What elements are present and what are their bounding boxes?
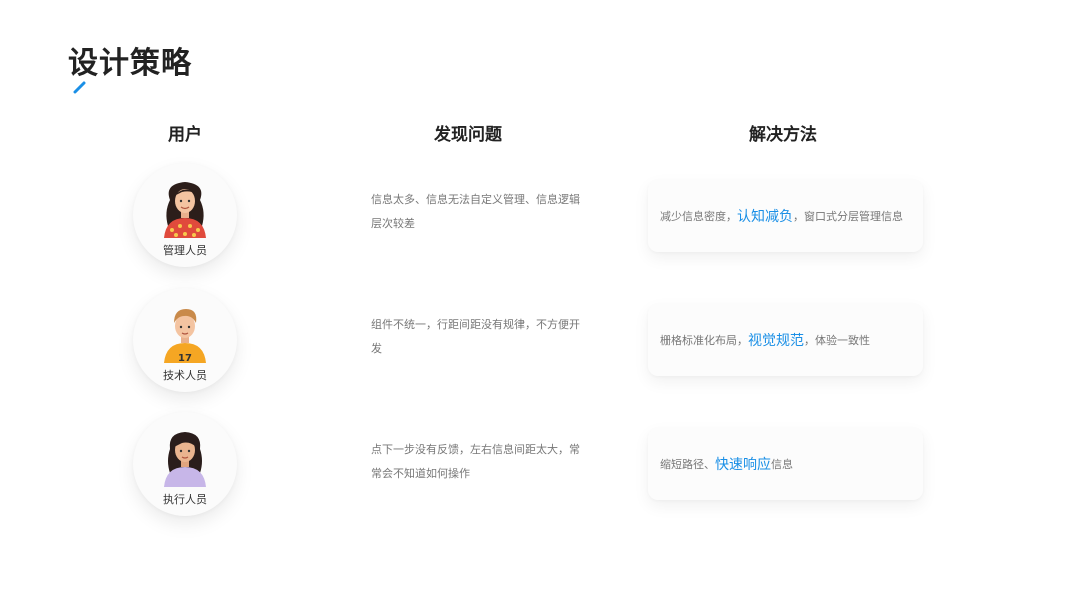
- solution-before: 缩短路径、: [660, 458, 715, 471]
- problem-text-manager: 信息太多、信息无法自定义管理、信息逻辑层次较差: [371, 193, 580, 230]
- solution-before: 减少信息密度，: [660, 210, 737, 223]
- user-label-technician: 技术人员: [163, 369, 207, 382]
- user-card-manager: 管理人员: [133, 163, 237, 267]
- solution-highlight: 快速响应: [715, 457, 771, 473]
- technician-avatar-icon: 17: [164, 309, 206, 363]
- solution-text-technician: 栅格标准化布局， 视觉规范 ，体验一致性: [660, 304, 870, 376]
- problem-text-technician: 组件不统一，行距间距没有规律，不方便开发: [371, 318, 580, 355]
- manager-avatar-icon: [164, 182, 206, 238]
- page-title: 设计策略: [68, 46, 192, 81]
- svg-text:17: 17: [178, 353, 192, 363]
- solution-after: ，体验一致性: [804, 334, 870, 347]
- user-card-technician: 17 技术人员: [133, 288, 237, 392]
- operator-avatar-icon: [164, 432, 206, 487]
- solution-highlight: 视觉规范: [748, 333, 804, 349]
- solution-highlight: 认知减负: [737, 209, 793, 225]
- solution-text-manager: 减少信息密度， 认知减负 ，窗口式分层管理信息: [660, 180, 903, 252]
- solution-after: 信息: [771, 458, 793, 471]
- solution-card-manager: 减少信息密度， 认知减负 ，窗口式分层管理信息: [648, 180, 923, 252]
- column-header-problems: 发现问题: [434, 125, 502, 145]
- problem-text-operator: 点下一步没有反馈，左右信息间距太大，常常会不知道如何操作: [371, 443, 580, 480]
- solution-text-operator: 缩短路径、 快速响应 信息: [660, 428, 793, 500]
- user-label-operator: 执行人员: [163, 493, 207, 506]
- solution-card-operator: 缩短路径、 快速响应 信息: [648, 428, 923, 500]
- solution-card-technician: 栅格标准化布局， 视觉规范 ，体验一致性: [648, 304, 923, 376]
- title-accent-mark: [73, 81, 86, 94]
- user-label-manager: 管理人员: [163, 244, 207, 257]
- column-header-solutions: 解决方法: [749, 125, 817, 145]
- user-card-operator: 执行人员: [133, 412, 237, 516]
- solution-before: 栅格标准化布局，: [660, 334, 748, 347]
- column-header-users: 用户: [168, 125, 202, 145]
- solution-after: ，窗口式分层管理信息: [793, 210, 903, 223]
